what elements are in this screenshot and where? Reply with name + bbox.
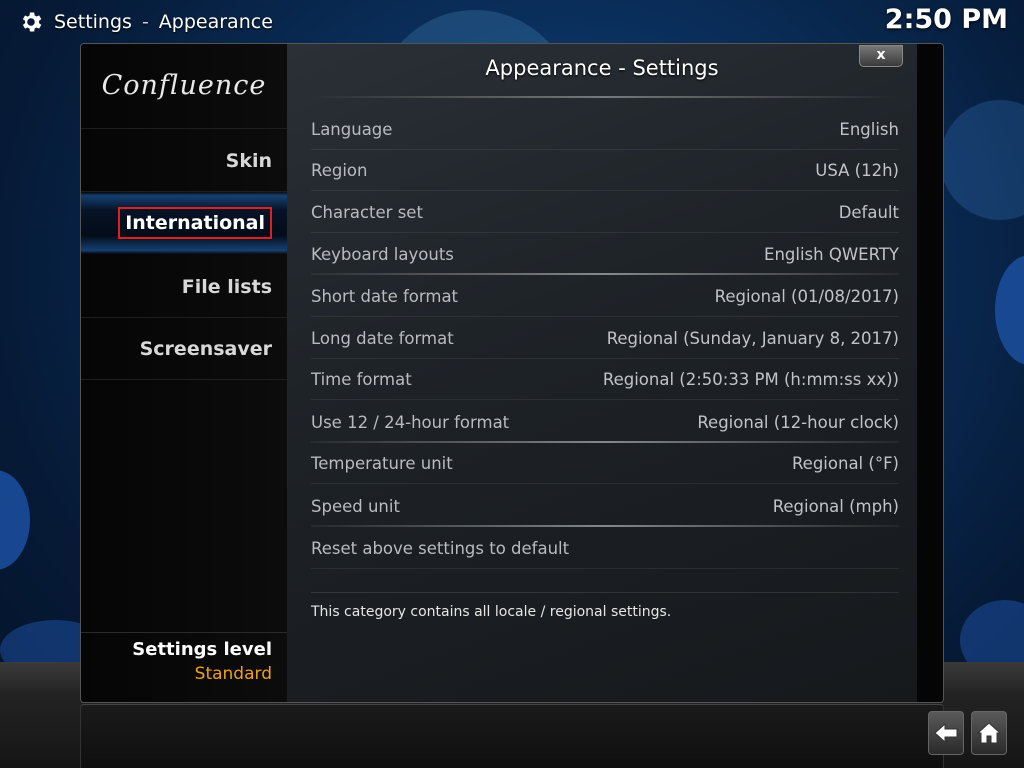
setting-row-region[interactable]: Region USA (12h) [311, 151, 899, 191]
setting-label: Time format [311, 370, 412, 389]
background-bokeh [995, 255, 1024, 365]
divider [81, 128, 287, 129]
setting-label: Speed unit [311, 496, 400, 516]
setting-row-keyboard-layouts[interactable]: Keyboard layouts English QWERTY [311, 234, 899, 274]
setting-row-time-format[interactable]: Time format Regional (2:50:33 PM (h:mm:s… [311, 360, 899, 400]
sidebar-item-file-lists[interactable]: File lists [81, 256, 287, 318]
setting-label: Character set [311, 203, 423, 222]
section-divider [311, 525, 899, 527]
setting-value: Regional (12-hour clock) [697, 412, 899, 432]
setting-value: Regional (mph) [772, 496, 899, 516]
setting-value: Regional (°F) [791, 454, 899, 473]
setting-label: Short date format [311, 287, 459, 306]
breadcrumb-page: Appearance [158, 11, 273, 33]
setting-row-long-date-format[interactable]: Long date format Regional (Sunday, Janua… [311, 319, 899, 359]
sidebar: Confluence Skin International File lists… [81, 44, 287, 702]
back-button[interactable] [928, 711, 964, 755]
settings-level[interactable]: Settings level Standard [81, 632, 287, 698]
setting-row-hour-format[interactable]: Use 12 / 24-hour format Regional (12-hou… [311, 402, 899, 442]
settings-level-title: Settings level [132, 639, 272, 660]
home-icon [976, 722, 1002, 744]
breadcrumb-separator: - [141, 11, 149, 33]
setting-label: Reset above settings to default [311, 539, 570, 558]
setting-row-temperature-unit[interactable]: Temperature unit Regional (°F) [311, 444, 899, 484]
setting-row-language[interactable]: Language English [311, 110, 899, 150]
settings-dialog: Confluence Skin International File lists… [80, 43, 944, 703]
section-divider [311, 273, 899, 275]
settings-content: Appearance - Settings Language English R… [287, 44, 917, 702]
setting-label: Temperature unit [311, 454, 453, 473]
sidebar-item-label: File lists [181, 275, 272, 298]
bottom-panel [80, 704, 944, 768]
background-bokeh [940, 100, 1024, 220]
category-description: This category contains all locale / regi… [311, 604, 672, 620]
confluence-logo: Confluence [101, 70, 267, 101]
setting-label: Language [311, 120, 393, 139]
sidebar-item-screensaver[interactable]: Screensaver [81, 318, 287, 380]
sidebar-item-label: Screensaver [139, 337, 272, 360]
back-arrow-icon [934, 722, 958, 744]
breadcrumb: Settings - Appearance [18, 8, 273, 36]
setting-label: Region [311, 161, 368, 180]
setting-value: Regional (2:50:33 PM (h:mm:ss xx)) [602, 370, 899, 389]
setting-value: English [839, 120, 899, 139]
setting-row-character-set[interactable]: Character set Default [311, 193, 899, 233]
settings-level-value: Standard [194, 664, 272, 684]
setting-row-speed-unit[interactable]: Speed unit Regional (mph) [311, 486, 899, 526]
gear-icon [22, 12, 42, 32]
divider [309, 96, 899, 98]
sidebar-item-label: Skin [225, 149, 272, 172]
home-button[interactable] [971, 711, 1007, 755]
clock: 2:50 PM [884, 4, 1008, 35]
setting-value: Default [838, 203, 899, 222]
sidebar-item-label: International [118, 207, 272, 239]
dialog-title: Appearance - Settings [485, 56, 719, 80]
background-bokeh [0, 470, 30, 570]
setting-label: Long date format [311, 329, 454, 348]
setting-label: Keyboard layouts [311, 244, 454, 264]
section-divider [311, 441, 899, 443]
dialog-edge [917, 44, 943, 702]
divider [311, 592, 899, 593]
sidebar-item-international[interactable]: International [81, 192, 287, 254]
setting-value: Regional (Sunday, January 8, 2017) [606, 329, 899, 348]
setting-label: Use 12 / 24-hour format [311, 412, 510, 432]
breadcrumb-section: Settings [54, 11, 132, 33]
setting-value: Regional (01/08/2017) [714, 287, 899, 306]
setting-row-short-date-format[interactable]: Short date format Regional (01/08/2017) [311, 277, 899, 317]
sidebar-item-skin[interactable]: Skin [81, 130, 287, 192]
close-button[interactable]: x [859, 45, 903, 67]
setting-value: USA (12h) [815, 161, 899, 180]
setting-value: English QWERTY [764, 244, 899, 264]
setting-row-reset-defaults[interactable]: Reset above settings to default [311, 529, 899, 569]
